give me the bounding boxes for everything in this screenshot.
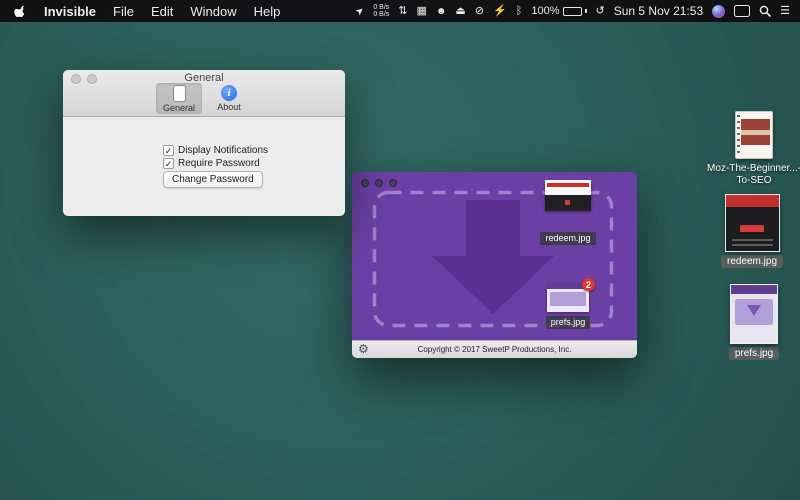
do-not-disturb-icon[interactable]: ⊘ xyxy=(475,6,484,17)
preferences-content: ✓ Display Notifications ✓ Require Passwo… xyxy=(63,117,345,216)
window-controls xyxy=(361,179,397,187)
zoom-button[interactable] xyxy=(389,179,397,187)
preferences-header: General General i About xyxy=(63,70,345,117)
location-icon[interactable]: ➤ xyxy=(353,4,366,18)
menu-edit[interactable]: Edit xyxy=(151,4,173,19)
invisible-drop-window: redeem.jpg 2 prefs.jpg ⚙ Copyright © 201… xyxy=(352,172,637,358)
user-icon[interactable]: ☻ xyxy=(436,6,447,17)
menu-file[interactable]: File xyxy=(113,4,134,19)
bluetooth-icon[interactable]: ᛒ xyxy=(516,6,523,17)
copyright-text: Copyright © 2017 SweetP Productions, Inc… xyxy=(352,341,637,358)
net-down-label: 0 B/s xyxy=(373,11,389,19)
apple-menu-icon[interactable] xyxy=(14,4,27,19)
time-machine-icon[interactable]: ↺ xyxy=(596,6,605,17)
dropped-file-prefs[interactable]: 2 prefs.jpg xyxy=(540,284,596,329)
updown-icon[interactable]: ⇅ xyxy=(398,6,407,17)
eject-icon[interactable]: ⏏ xyxy=(455,6,465,17)
preferences-toolbar: General i About xyxy=(63,83,345,114)
siri-icon[interactable] xyxy=(712,5,725,18)
dropped-file-redeem[interactable]: redeem.jpg xyxy=(540,180,596,245)
desktop-icon-prefs[interactable]: prefs.jpg xyxy=(726,284,782,360)
menu-bar-left: Invisible File Edit Window Help xyxy=(0,4,280,19)
pdf-document-icon xyxy=(735,111,773,159)
require-password-checkbox[interactable]: ✓ xyxy=(163,158,174,169)
tab-label: General xyxy=(163,103,195,113)
stats-icon[interactable]: ▦ xyxy=(416,6,426,17)
battery-percent-label: 100% xyxy=(531,5,559,17)
file-label: prefs.jpg xyxy=(546,316,591,329)
display-notifications-checkbox[interactable]: ✓ xyxy=(163,145,174,156)
checkbox-label: Require Password xyxy=(178,158,260,169)
file-label: redeem.jpg xyxy=(540,232,595,245)
tab-general[interactable]: General xyxy=(156,83,202,114)
bolt-icon[interactable]: ⚡ xyxy=(493,6,507,17)
general-tab-icon xyxy=(173,85,186,102)
change-password-button[interactable]: Change Password xyxy=(163,171,263,188)
battery-nub xyxy=(585,9,587,13)
prefs-thumbnail: 2 xyxy=(547,284,589,312)
require-password-row: ✓ Require Password xyxy=(163,158,260,169)
tab-label: About xyxy=(217,102,241,112)
checkbox-label: Display Notifications xyxy=(178,145,268,156)
desktop-icon-label: Moz-The-Beginner...-To-SEO xyxy=(707,163,800,187)
drop-window-footer: ⚙ Copyright © 2017 SweetP Productions, I… xyxy=(352,340,637,358)
spotlight-icon[interactable] xyxy=(759,5,771,17)
close-button[interactable] xyxy=(361,179,369,187)
info-icon: i xyxy=(221,85,237,101)
battery-status[interactable]: 100% xyxy=(531,5,586,17)
desktop-icon-label: redeem.jpg xyxy=(721,255,783,268)
menu-bar-status: ➤ 0 B/s 0 B/s ⇅ ▦ ☻ ⏏ ⊘ ⚡ ᛒ 100% ↺ Sun 5… xyxy=(356,4,800,19)
redeem-thumbnail xyxy=(545,180,591,211)
download-arrow-icon xyxy=(432,200,554,319)
display-icon[interactable] xyxy=(734,5,750,17)
tab-about[interactable]: i About xyxy=(206,83,252,114)
count-badge: 2 xyxy=(582,278,595,291)
desktop-icon-moz-pdf[interactable]: Moz-The-Beginner...-To-SEO xyxy=(706,111,800,187)
minimize-button[interactable] xyxy=(375,179,383,187)
preferences-window: General General i About ✓ Display Notifi… xyxy=(63,70,345,216)
menu-window[interactable]: Window xyxy=(190,4,236,19)
menu-help[interactable]: Help xyxy=(254,4,281,19)
settings-gear-icon[interactable]: ⚙ xyxy=(358,341,369,358)
redeem-image-thumbnail xyxy=(725,194,780,252)
display-notifications-row: ✓ Display Notifications xyxy=(163,145,268,156)
menu-bar: Invisible File Edit Window Help ➤ 0 B/s … xyxy=(0,0,800,22)
app-menu-title[interactable]: Invisible xyxy=(44,4,96,19)
network-speed[interactable]: 0 B/s 0 B/s xyxy=(373,4,389,19)
notification-center-icon[interactable]: ☰ xyxy=(780,6,790,17)
desktop-icon-label: prefs.jpg xyxy=(729,347,779,360)
desktop-icon-redeem[interactable]: redeem.jpg xyxy=(722,194,782,268)
menu-bar-clock[interactable]: Sun 5 Nov 21:53 xyxy=(614,4,703,18)
battery-icon xyxy=(563,7,582,16)
net-up-label: 0 B/s xyxy=(373,4,389,12)
prefs-image-thumbnail xyxy=(730,284,778,344)
